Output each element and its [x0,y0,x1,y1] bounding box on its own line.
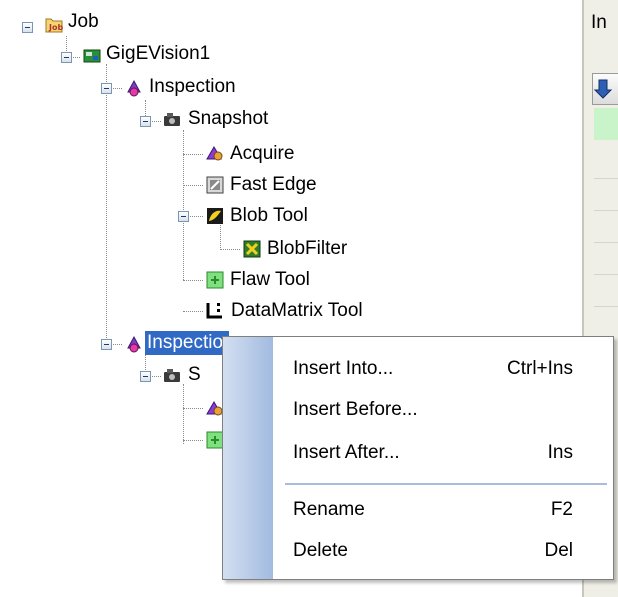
properties-row-divider [594,210,618,211]
menu-item-insert-before[interactable]: Insert Before... [273,392,613,428]
menu-item-label: Insert Before... [293,399,418,420]
collapse-snapshot2-toggle[interactable] [140,371,151,382]
acquire-icon [206,146,223,161]
menu-item-label: Insert After... [293,442,400,463]
flaw-tool-icon [206,271,224,289]
properties-row-divider [594,178,618,179]
menu-item-label: Rename [293,499,365,520]
tree-connector [220,249,240,250]
menu-item-shortcut: F2 [550,499,573,520]
inspection-tool-icon [127,335,141,353]
tree-connector [106,64,107,344]
blob-tool-icon [207,208,223,224]
menu-item-label: Insert Into... [293,358,394,379]
menu-item-shortcut: Del [544,540,573,561]
menu-item-rename[interactable]: Rename F2 [273,492,613,528]
context-menu: Insert Into... Ctrl+Ins Insert Before...… [222,336,614,580]
tree-item-acquire[interactable]: Acquire [228,142,296,166]
tree-connector [183,384,184,444]
collapse-snapshot-toggle[interactable] [140,116,151,127]
tree-item-inspection[interactable]: Inspection [147,75,238,99]
tree-connector [183,185,203,186]
tree-connector [183,130,184,280]
menu-item-label: Delete [293,540,348,561]
job-folder-icon: Job [45,18,63,33]
tree-item-inspection-selected[interactable]: Inspection [145,331,234,355]
menu-item-shortcut: Ctrl+Ins [507,358,573,379]
properties-toolbar-button[interactable] [592,73,618,105]
collapse-inspection-toggle[interactable] [101,83,112,94]
tree-item-gigevision1[interactable]: GigEVision1 [104,42,212,66]
tree-item-datamatrix-tool[interactable]: DataMatrix Tool [229,299,365,323]
tree-item-flaw-tool[interactable]: Flaw Tool [228,268,312,292]
tree-connector [183,280,203,281]
datamatrix-icon [206,303,222,319]
inspection-tool-icon [127,79,141,97]
properties-header: In [591,12,607,33]
tree-connector [183,311,203,312]
menu-item-insert-into[interactable]: Insert Into... Ctrl+Ins [273,351,613,387]
svg-text:Job: Job [48,23,63,32]
menu-item-delete[interactable]: Delete Del [273,533,613,569]
tree-item-blobfilter[interactable]: BlobFilter [265,237,349,261]
collapse-inspection2-toggle[interactable] [101,339,112,350]
collapse-camera-toggle[interactable] [61,52,72,63]
context-menu-gutter [223,337,273,579]
properties-row-divider [594,242,618,243]
tree-item-snapshot-2[interactable]: S [186,363,203,387]
collapse-blob-tool-toggle[interactable] [178,211,189,222]
tree-item-job[interactable]: Job [66,10,101,34]
blob-filter-icon [243,240,261,258]
tree-item-blob-tool[interactable]: Blob Tool [228,204,310,228]
collapse-job-toggle[interactable] [22,22,33,33]
tree-connector [183,154,203,155]
menu-item-insert-after[interactable]: Insert After... Ins [273,435,613,471]
tree-connector [183,440,203,441]
tree-item-snapshot[interactable]: Snapshot [186,107,270,131]
fast-edge-icon [206,176,224,194]
menu-separator [285,483,607,485]
insert-arrow-icon [593,79,613,99]
tree-connector [183,408,203,409]
tree-item-fast-edge[interactable]: Fast Edge [228,173,319,197]
menu-item-shortcut: Ins [547,442,573,463]
properties-highlight-row[interactable] [594,108,618,140]
properties-row-divider [594,274,618,275]
properties-row-divider [594,306,618,307]
snapshot-camera-icon [164,113,180,126]
camera-board-icon [83,49,101,63]
snapshot-camera-icon [164,369,180,382]
